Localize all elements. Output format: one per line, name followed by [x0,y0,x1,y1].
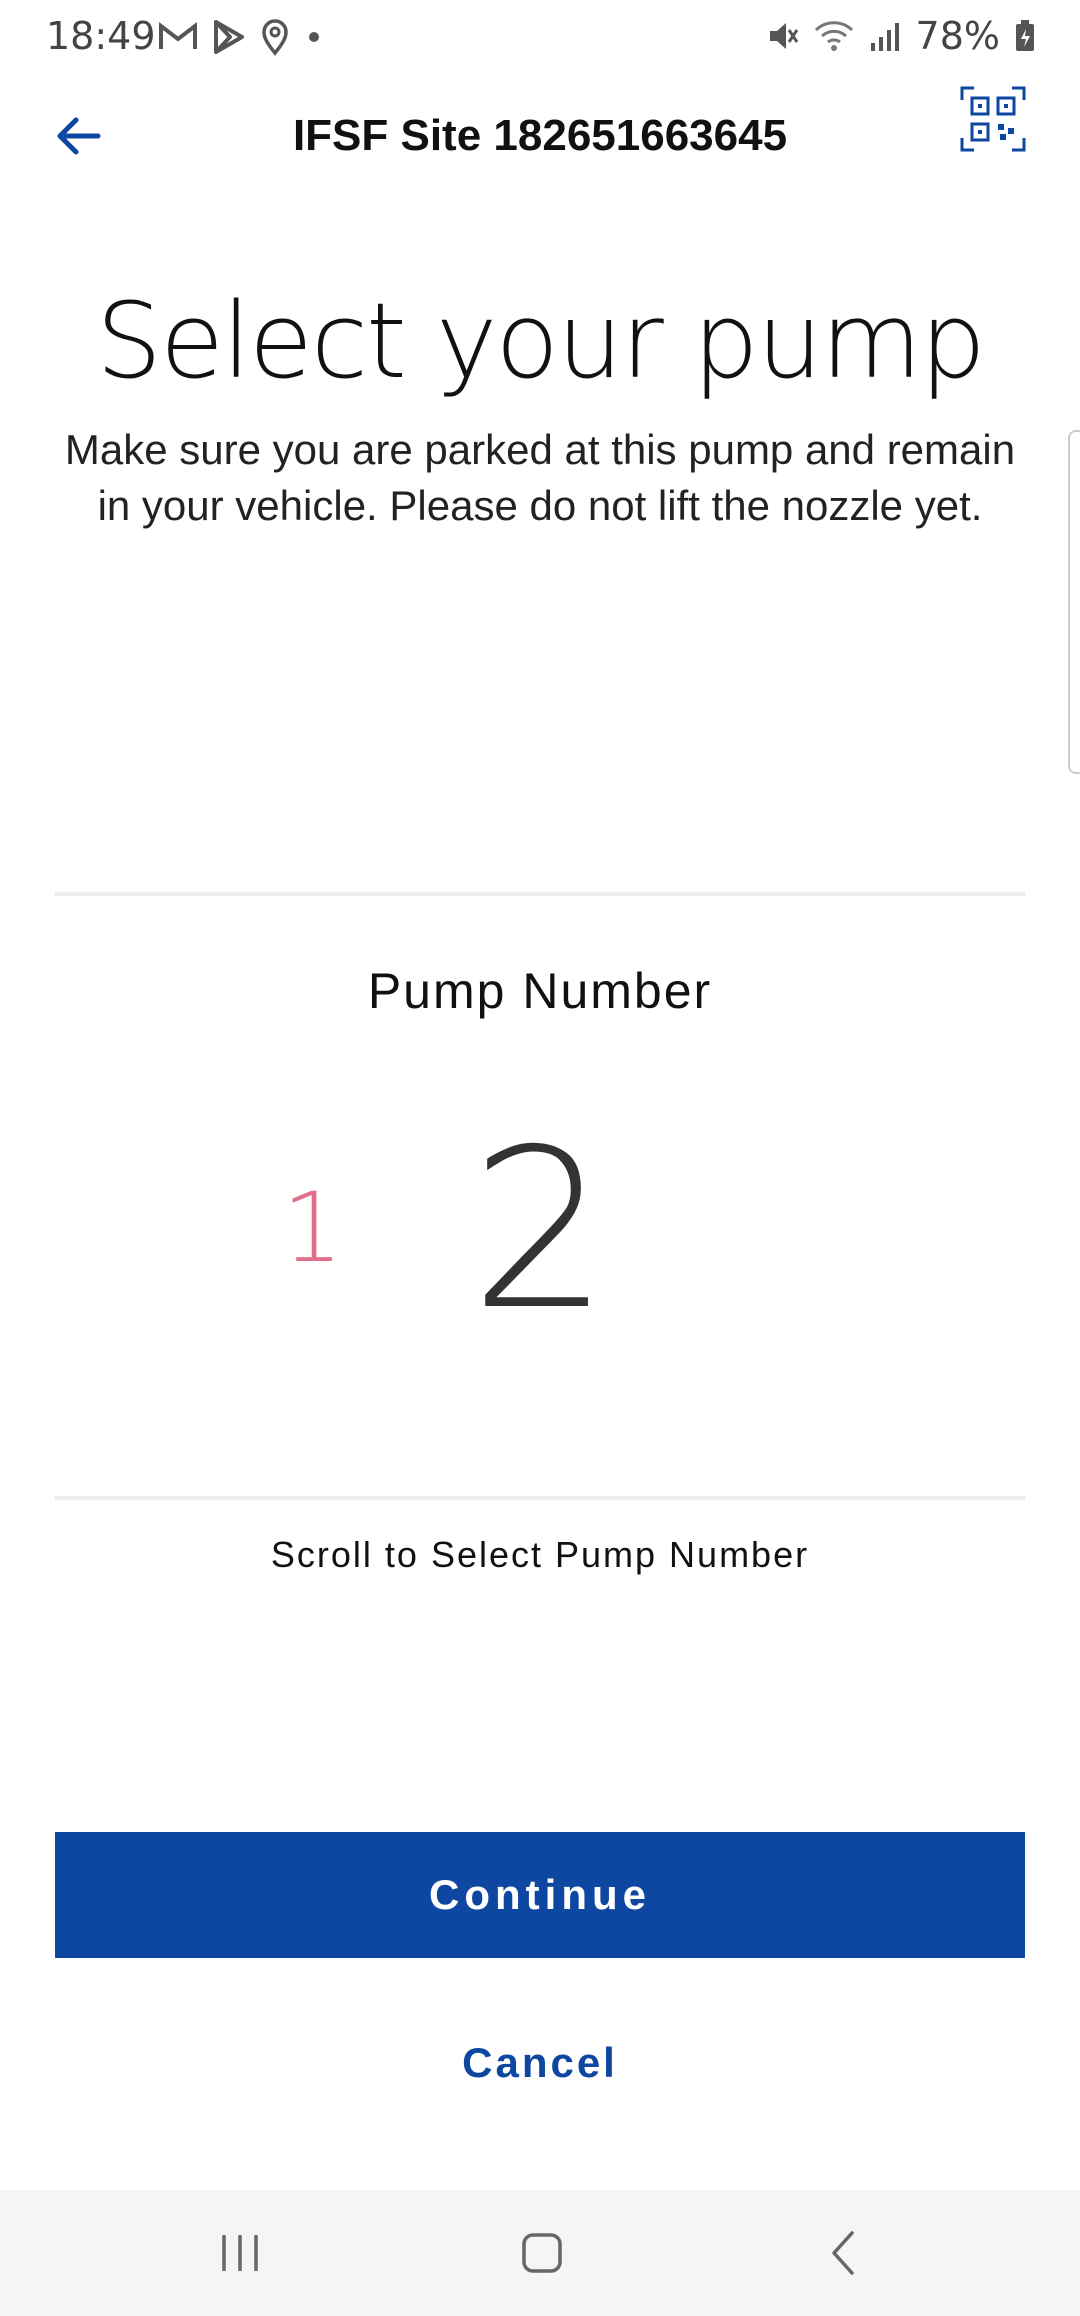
qr-scan-button[interactable] [960,86,1026,152]
back-chevron-icon [832,2231,854,2275]
picker-bottom-divider [55,1496,1025,1500]
pump-number-label: Pump Number [367,963,713,1019]
picker-current-value[interactable]: 2 [0,1110,1080,1350]
heading: Select your pump [95,280,986,402]
play-store-icon [214,20,244,54]
qr-code-icon [960,86,1026,152]
location-icon [262,19,288,56]
battery-icon [1016,20,1034,51]
mute-icon [769,23,798,49]
instructions-text: Make sure you are parked at this pump an… [64,426,1016,529]
battery-percent: 78% [915,14,1000,58]
gmail-icon [159,21,197,49]
notification-icons [158,18,324,56]
scroll-hint: Scroll to Select Pump Number [270,1534,810,1575]
app-bar: IFSF Site 182651663645 [0,80,1080,200]
dot-icon [309,32,319,42]
wifi-icon [814,21,853,51]
signal-icon [870,23,899,51]
continue-button[interactable]: Continue [55,1832,1025,1958]
status-time: 18:49 [46,14,156,58]
picker-top-divider [55,892,1025,896]
cancel-button[interactable]: Cancel [0,2038,1080,2088]
system-status: 78% [766,14,1036,58]
page-title: IFSF Site 182651663645 [292,111,788,160]
status-bar: 18:49 78% [0,0,1080,80]
recents-icon [222,2235,258,2271]
home-button[interactable] [502,2218,582,2288]
nav-back-button[interactable] [804,2218,884,2288]
recents-button[interactable] [200,2218,280,2288]
system-nav-bar [0,2190,1080,2316]
home-icon [522,2233,562,2273]
side-panel-handle[interactable] [1068,430,1080,774]
